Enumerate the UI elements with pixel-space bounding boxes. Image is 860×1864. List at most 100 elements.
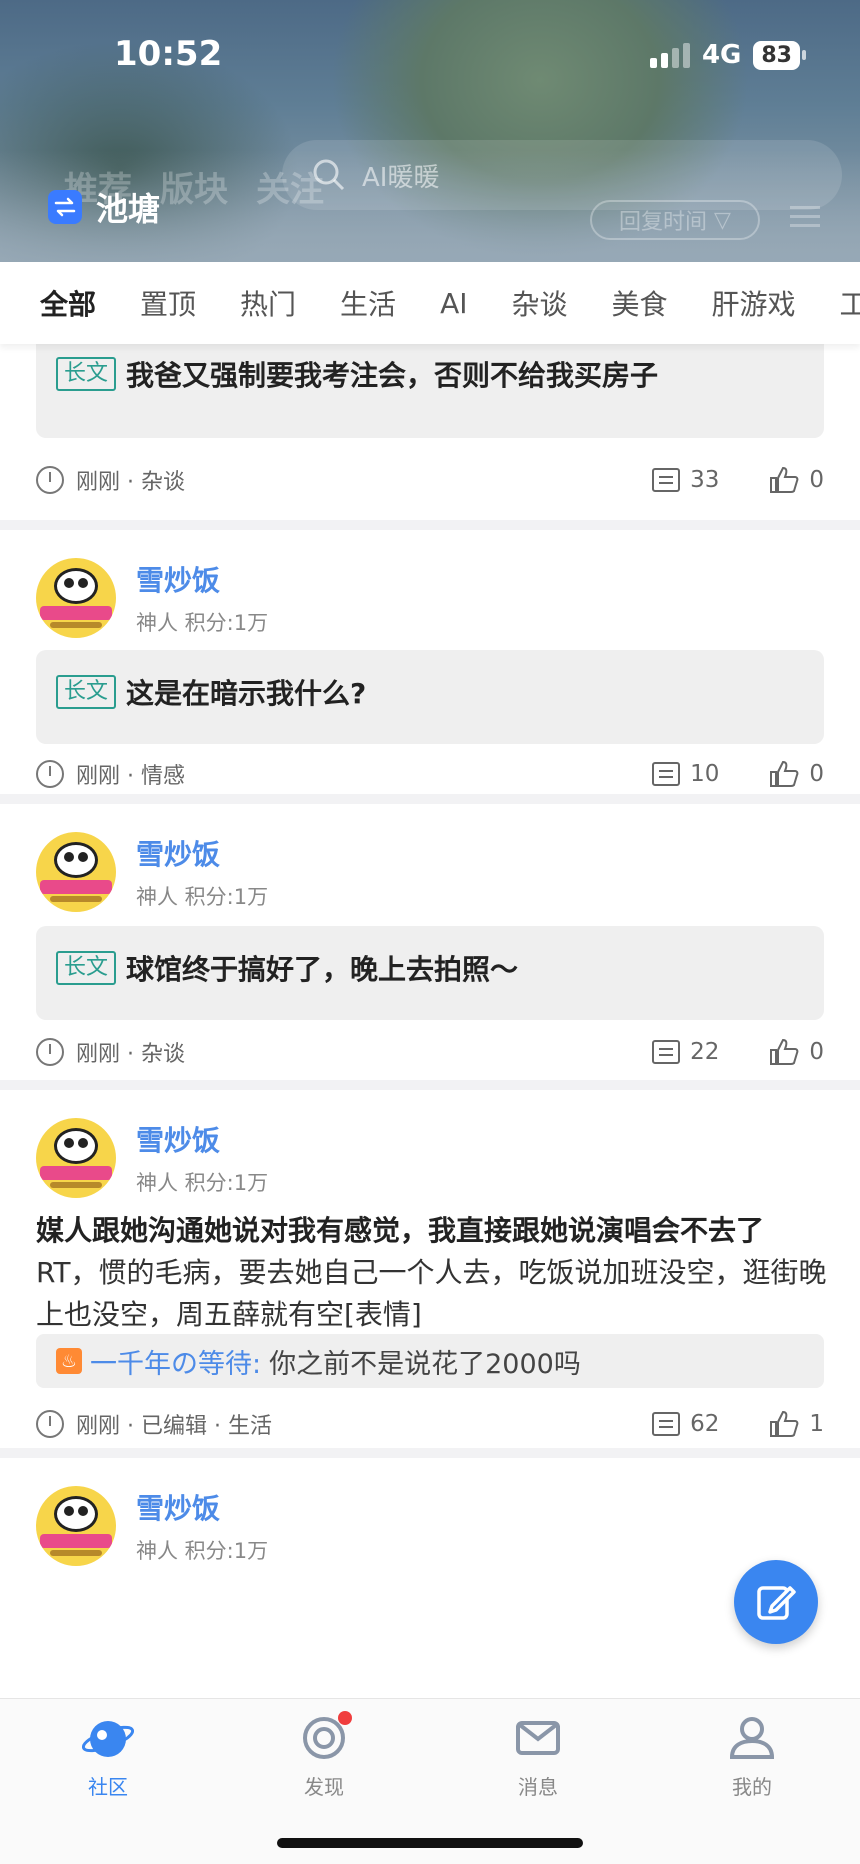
like-button[interactable]: 0 xyxy=(769,1038,824,1066)
tab-all[interactable]: 全部 xyxy=(40,283,96,323)
reply-text: 你之前不是说花了2000吗 xyxy=(269,1348,581,1380)
like-icon xyxy=(770,466,799,493)
comment-icon xyxy=(652,468,681,492)
nav-community[interactable]: 社区 xyxy=(48,1715,168,1800)
chevron-down-icon: ▽ xyxy=(707,207,731,233)
user-name[interactable]: 雪炒饭 xyxy=(136,1119,268,1159)
tab-hot[interactable]: 热门 xyxy=(240,283,296,323)
board-name: 池塘 xyxy=(96,190,161,228)
post-card[interactable]: 雪炒饭 神人 积分:1万 长文 球馆终于搞好了，晚上去拍照～ 刚刚 · 杂谈 2… xyxy=(0,804,860,1080)
post-meta: 刚刚 · 已编辑 · 生活 xyxy=(76,1414,272,1439)
post-content-box[interactable]: 长文 这是在暗示我什么? xyxy=(36,650,824,744)
user-name[interactable]: 雪炒饭 xyxy=(136,559,268,599)
profile-icon xyxy=(729,1717,775,1759)
community-icon xyxy=(82,1721,134,1757)
clock-icon xyxy=(36,1410,64,1438)
search-bar[interactable]: AI暖暖 xyxy=(282,140,842,210)
post-content-box[interactable]: 长文 球馆终于搞好了，晚上去拍照～ xyxy=(36,926,824,1020)
status-indicators: 4G 83 xyxy=(649,40,806,70)
hot-reply[interactable]: ♨ 一千年の等待: 你之前不是说花了2000吗 xyxy=(36,1334,824,1388)
tab-food[interactable]: 美食 xyxy=(612,283,668,323)
comment-count[interactable]: 62 xyxy=(652,1411,719,1437)
post-feed[interactable]: 长文 我爸又强制要我考注会，否则不给我买房子 刚刚 · 杂谈 33 0 雪炒饭 … xyxy=(0,344,860,1698)
post-footer: 刚刚 · 杂谈 33 0 xyxy=(36,460,824,500)
clock-icon xyxy=(36,466,64,494)
comment-count[interactable]: 22 xyxy=(652,1039,719,1065)
notification-dot xyxy=(338,1711,352,1725)
avatar[interactable] xyxy=(36,832,116,912)
user-name[interactable]: 雪炒饭 xyxy=(136,833,268,873)
user-meta: 神人 积分:1万 xyxy=(136,885,269,909)
avatar[interactable] xyxy=(36,558,116,638)
avatar[interactable] xyxy=(36,1118,116,1198)
comment-count-value: 33 xyxy=(690,467,720,493)
nav-label: 发现 xyxy=(304,1775,344,1799)
status-time: 10:52 xyxy=(114,34,223,74)
nav-profile[interactable]: 我的 xyxy=(692,1715,812,1800)
like-count-value: 0 xyxy=(809,1039,824,1065)
reply-user[interactable]: 一千年の等待: xyxy=(90,1342,261,1381)
nav-label: 社区 xyxy=(88,1775,128,1799)
tab-ai[interactable]: AI xyxy=(440,287,467,320)
post-card[interactable]: 长文 我爸又强制要我考注会，否则不给我买房子 刚刚 · 杂谈 33 0 xyxy=(0,344,860,520)
comment-count-value: 22 xyxy=(690,1039,720,1065)
comment-icon xyxy=(652,762,681,786)
fire-icon: ♨ xyxy=(56,1348,82,1374)
tab-pinned[interactable]: 置顶 xyxy=(140,283,196,323)
search-icon xyxy=(313,159,345,191)
post-footer: 刚刚 · 已编辑 · 生活 62 1 xyxy=(36,1404,824,1444)
post-meta: 刚刚 · 情感 xyxy=(76,764,185,789)
compose-button[interactable] xyxy=(734,1560,818,1644)
list-view-icon[interactable] xyxy=(790,206,820,232)
sort-button[interactable]: 回复时间 ▽ xyxy=(590,200,760,240)
post-content-box[interactable]: 长文 我爸又强制要我考注会，否则不给我买房子 xyxy=(36,344,824,438)
like-button[interactable]: 1 xyxy=(769,1410,824,1438)
user-meta: 神人 积分:1万 xyxy=(136,1539,269,1563)
tab-life[interactable]: 生活 xyxy=(340,283,396,323)
long-post-tag: 长文 xyxy=(56,675,117,709)
nav-label: 我的 xyxy=(732,1775,772,1799)
post-footer: 刚刚 · 情感 10 0 xyxy=(36,754,824,794)
battery-indicator: 83 xyxy=(753,40,806,70)
tab-games[interactable]: 肝游戏 xyxy=(712,283,796,323)
comment-count[interactable]: 33 xyxy=(652,467,719,493)
nav-discover[interactable]: 发现 xyxy=(264,1711,384,1800)
post-author[interactable]: 雪炒饭 神人 积分:1万 xyxy=(36,558,268,638)
home-indicator[interactable] xyxy=(277,1838,583,1848)
post-title: 媒人跟她沟通她说对我有感觉，我直接跟她说演唱会不去了 xyxy=(36,1214,765,1247)
avatar[interactable] xyxy=(36,1486,116,1566)
like-count-value: 1 xyxy=(809,1411,824,1437)
header-banner: 10:52 4G 83 推荐 版块 关注 AI暖暖 回复时间 ▽ 池塘 xyxy=(0,0,860,262)
signal-icon xyxy=(649,42,690,68)
discover-icon xyxy=(298,1711,352,1761)
clock-icon xyxy=(36,760,64,788)
like-icon xyxy=(770,760,799,787)
post-card[interactable]: 雪炒饭 神人 积分:1万 长文 这是在暗示我什么? 刚刚 · 情感 10 0 xyxy=(0,530,860,794)
network-label: 4G xyxy=(701,40,742,70)
post-author[interactable]: 雪炒饭 神人 积分:1万 xyxy=(36,1486,268,1566)
post-author[interactable]: 雪炒饭 神人 积分:1万 xyxy=(36,1118,268,1198)
comment-icon xyxy=(652,1040,681,1064)
post-excerpt: RT，惯的毛病，要去她自己一个人去，吃饭说加班没空，逛街晚上也没空，周五薛就有空… xyxy=(36,1256,827,1331)
message-icon xyxy=(516,1721,560,1755)
like-icon xyxy=(770,1410,799,1437)
post-author[interactable]: 雪炒饭 神人 积分:1万 xyxy=(36,832,268,912)
user-name[interactable]: 雪炒饭 xyxy=(136,1487,268,1527)
board-switch-button[interactable]: 池塘 xyxy=(48,184,160,230)
like-count-value: 0 xyxy=(809,467,824,493)
post-body[interactable]: 媒人跟她沟通她说对我有感觉，我直接跟她说演唱会不去了 RT，惯的毛病，要去她自己… xyxy=(36,1210,836,1336)
user-meta: 神人 积分:1万 xyxy=(136,1171,269,1195)
nav-messages[interactable]: 消息 xyxy=(478,1715,598,1800)
long-post-tag: 长文 xyxy=(56,951,117,985)
post-card[interactable]: 雪炒饭 神人 积分:1万 xyxy=(0,1458,860,1698)
search-placeholder: AI暖暖 xyxy=(362,162,440,193)
like-button[interactable]: 0 xyxy=(769,466,824,494)
like-icon xyxy=(770,1038,799,1065)
comment-count[interactable]: 10 xyxy=(652,761,719,787)
like-button[interactable]: 0 xyxy=(769,760,824,788)
tab-more[interactable]: 工 xyxy=(840,283,860,323)
post-card[interactable]: 雪炒饭 神人 积分:1万 媒人跟她沟通她说对我有感觉，我直接跟她说演唱会不去了 … xyxy=(0,1090,860,1448)
tab-chat[interactable]: 杂谈 xyxy=(511,283,567,323)
edit-icon xyxy=(757,1586,796,1620)
user-meta: 神人 积分:1万 xyxy=(136,611,269,635)
